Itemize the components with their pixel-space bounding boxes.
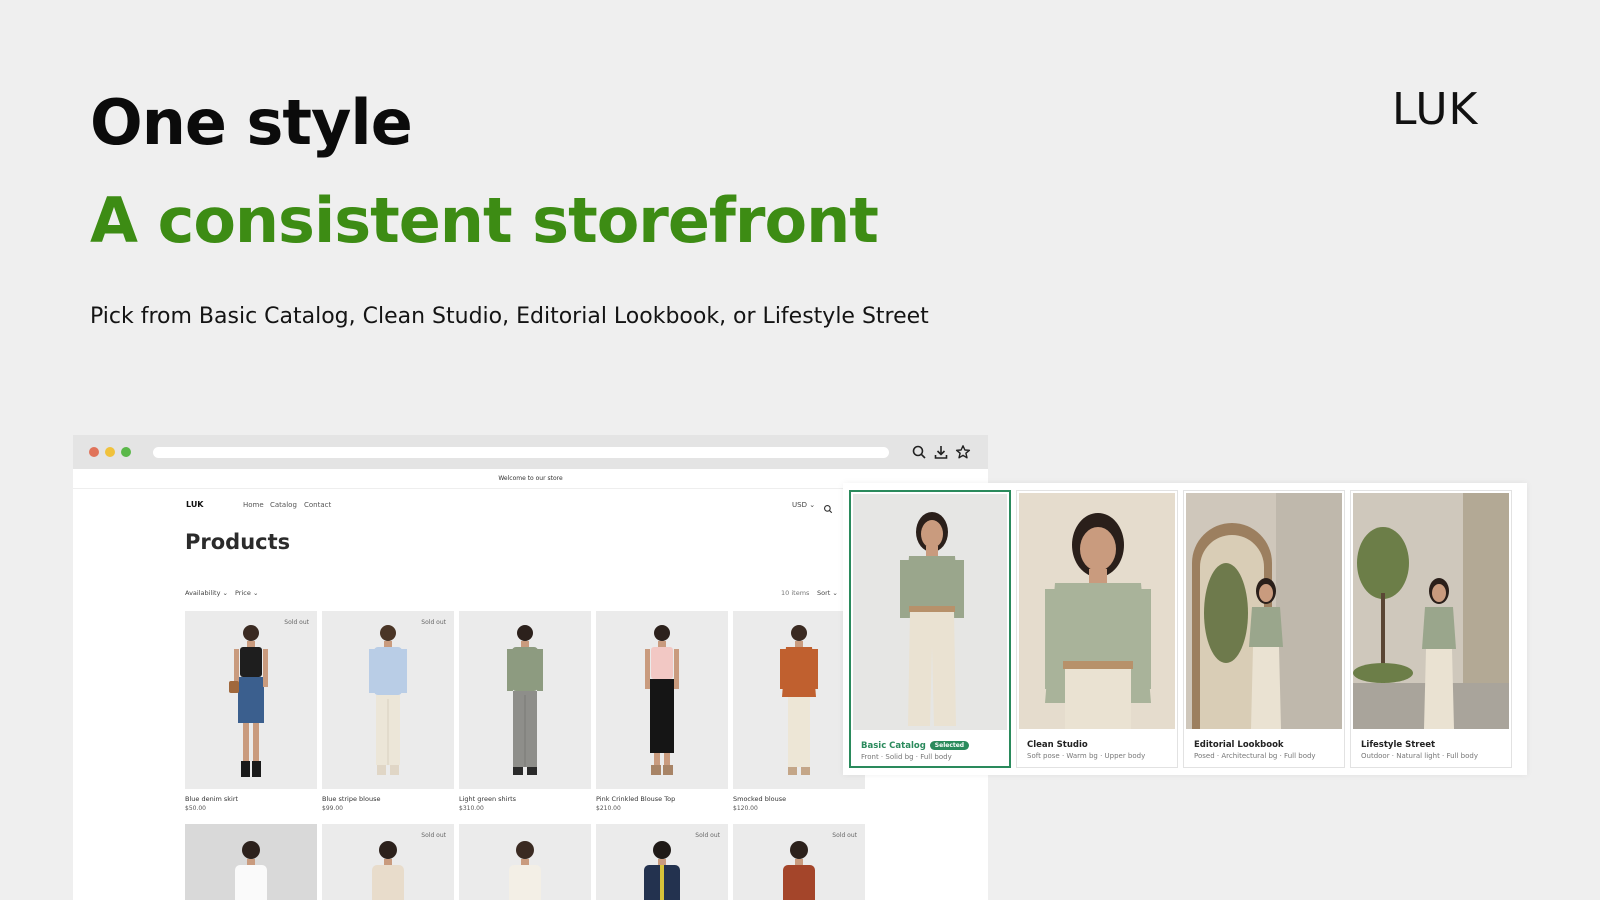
nav-link-home[interactable]: Home <box>243 501 264 509</box>
style-name: Basic Catalog <box>861 741 926 751</box>
product-card[interactable]: Light green shirts $310.00 <box>459 611 591 812</box>
product-card[interactable]: Pink Crinkled Blouse Top $210.00 <box>596 611 728 812</box>
address-bar[interactable] <box>153 447 889 458</box>
product-image[interactable]: Sold out <box>322 824 454 900</box>
items-count: 10 items <box>781 589 810 597</box>
sold-out-badge: Sold out <box>284 619 309 626</box>
product-image[interactable] <box>459 824 591 900</box>
close-dot[interactable] <box>89 447 99 457</box>
chevron-down-icon: ⌄ <box>832 589 838 597</box>
store-search-icon[interactable] <box>823 499 833 514</box>
model-figure <box>1045 513 1151 729</box>
product-name[interactable]: Blue denim skirt <box>185 795 317 803</box>
product-image[interactable] <box>596 611 728 789</box>
model-figure <box>780 625 818 775</box>
nav-link-contact[interactable]: Contact <box>304 501 331 509</box>
model-figure <box>372 841 404 900</box>
product-name[interactable]: Pink Crinkled Blouse Top <box>596 795 728 803</box>
style-preview-image <box>1019 493 1175 729</box>
model-figure <box>509 841 541 900</box>
model-figure <box>1192 493 1342 729</box>
headline-line2: A consistent storefront <box>90 184 879 257</box>
availability-label: Availability <box>185 589 221 597</box>
product-price: $210.00 <box>596 805 621 812</box>
model-figure <box>900 512 964 726</box>
model-figure <box>1353 493 1509 729</box>
product-card[interactable]: Sold out <box>596 824 728 900</box>
sort-label: Sort <box>817 589 831 597</box>
style-preview-image <box>1353 493 1509 729</box>
sold-out-badge: Sold out <box>832 832 857 839</box>
model-figure <box>369 625 407 775</box>
style-option-clean-studio[interactable]: Clean Studio Soft pose · Warm bg · Upper… <box>1016 490 1178 768</box>
product-card[interactable] <box>185 824 317 900</box>
style-option-editorial-lookbook[interactable]: Editorial Lookbook Posed · Architectural… <box>1183 490 1345 768</box>
search-icon[interactable] <box>911 444 927 460</box>
style-option-basic-catalog[interactable]: Basic Catalog Selected Front · Solid bg ·… <box>849 490 1011 768</box>
model-figure <box>507 625 543 775</box>
style-name-row: Basic Catalog Selected <box>861 741 970 751</box>
star-icon[interactable] <box>955 444 971 460</box>
sold-out-badge: Sold out <box>421 619 446 626</box>
style-picker: Basic Catalog Selected Front · Solid bg ·… <box>843 483 1527 775</box>
chevron-down-icon: ⌄ <box>809 501 816 509</box>
model-figure <box>229 625 268 777</box>
nav-link-catalog[interactable]: Catalog <box>270 501 297 509</box>
minimize-dot[interactable] <box>105 447 115 457</box>
product-price: $120.00 <box>733 805 758 812</box>
style-name: Lifestyle Street <box>1361 740 1436 750</box>
style-description: Front · Solid bg · Full body <box>861 753 952 761</box>
product-name[interactable]: Blue stripe blouse <box>322 795 454 803</box>
model-figure <box>645 625 679 775</box>
style-option-lifestyle-street[interactable]: Lifestyle Street Outdoor · Natural light… <box>1350 490 1512 768</box>
headline-line1: One style <box>90 86 413 159</box>
product-image[interactable]: Sold out <box>322 611 454 789</box>
product-image[interactable] <box>185 824 317 900</box>
style-preview-image <box>853 494 1007 730</box>
product-card[interactable] <box>459 824 591 900</box>
price-filter[interactable]: Price ⌄ <box>235 589 258 597</box>
style-preview-image <box>1186 493 1342 729</box>
product-image[interactable]: Sold out <box>596 824 728 900</box>
currency-label: USD <box>792 501 807 509</box>
style-description: Soft pose · Warm bg · Upper body <box>1027 752 1146 760</box>
store-logo[interactable]: LUK <box>186 500 204 509</box>
availability-filter[interactable]: Availability ⌄ <box>185 589 228 597</box>
download-icon[interactable] <box>933 444 949 460</box>
hero-subtitle: Pick from Basic Catalog, Clean Studio, E… <box>90 304 929 329</box>
sort-dropdown[interactable]: Sort ⌄ <box>817 589 838 597</box>
product-price: $310.00 <box>459 805 484 812</box>
brand-logo: LUK <box>1392 84 1479 135</box>
model-figure <box>644 841 680 900</box>
browser-chrome <box>73 435 988 469</box>
product-name[interactable]: Light green shirts <box>459 795 591 803</box>
product-price: $50.00 <box>185 805 206 812</box>
product-card[interactable]: Sold out <box>733 824 865 900</box>
model-figure <box>783 841 815 900</box>
page-title: Products <box>185 530 291 554</box>
product-card[interactable]: Sold out <box>322 824 454 900</box>
selected-badge: Selected <box>929 741 970 750</box>
product-image[interactable] <box>459 611 591 789</box>
currency-selector[interactable]: USD ⌄ <box>792 501 815 509</box>
sold-out-badge: Sold out <box>695 832 720 839</box>
product-name[interactable]: Smocked blouse <box>733 795 865 803</box>
model-figure <box>235 841 267 900</box>
style-description: Posed · Architectural bg · Full body <box>1194 752 1316 760</box>
product-card[interactable]: Sold out Blue denim skirt $50.00 <box>185 611 317 812</box>
product-price: $99.00 <box>322 805 343 812</box>
product-card[interactable]: Sold out Blue stripe blouse $99.00 <box>322 611 454 812</box>
product-image[interactable]: Sold out <box>185 611 317 789</box>
style-description: Outdoor · Natural light · Full body <box>1361 752 1478 760</box>
style-name: Clean Studio <box>1027 740 1088 750</box>
chevron-down-icon: ⌄ <box>222 589 228 597</box>
maximize-dot[interactable] <box>121 447 131 457</box>
chevron-down-icon: ⌄ <box>252 589 259 597</box>
product-image[interactable]: Sold out <box>733 824 865 900</box>
style-name: Editorial Lookbook <box>1194 740 1284 750</box>
sold-out-badge: Sold out <box>421 832 446 839</box>
price-label: Price <box>235 589 251 597</box>
